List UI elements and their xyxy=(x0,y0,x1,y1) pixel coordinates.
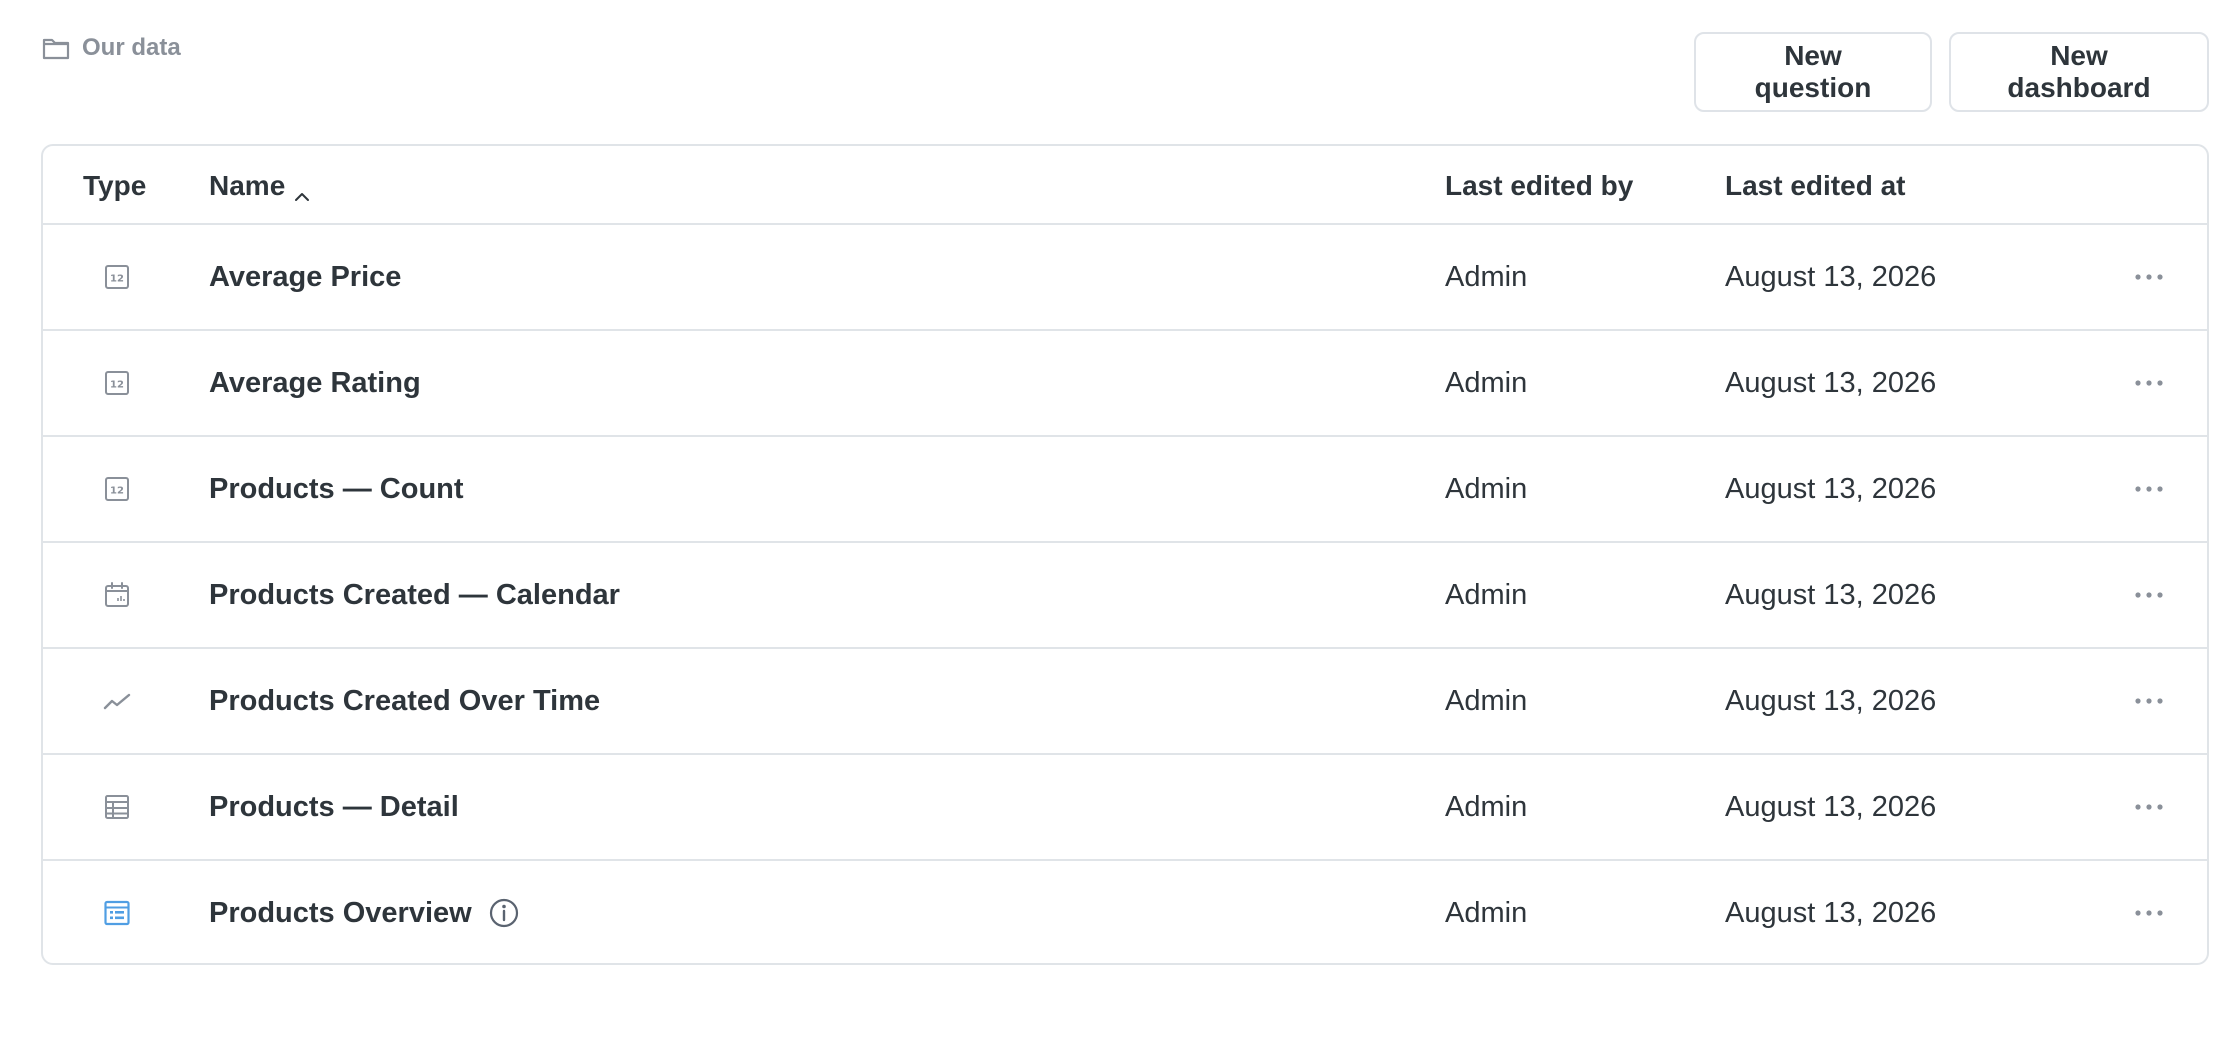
table-row[interactable]: 12 Products — Count Admin August 13, 202… xyxy=(43,437,2207,543)
item-name[interactable]: Products Overview xyxy=(209,897,472,930)
dashboard-icon xyxy=(95,861,139,963)
column-header-name[interactable]: Name xyxy=(209,146,311,225)
item-last-edited-at: August 13, 2026 xyxy=(1725,260,1937,293)
table-row[interactable]: Products Created Over Time Admin August … xyxy=(43,649,2207,755)
table-row[interactable]: Products Overview Admin August 13, 2026 xyxy=(43,861,2207,963)
more-options-icon[interactable] xyxy=(2127,437,2171,541)
new-dashboard-button[interactable]: New dashboard xyxy=(1949,32,2209,112)
column-header-last-edited-by[interactable]: Last edited by xyxy=(1445,146,1633,225)
column-header-type[interactable]: Type xyxy=(83,146,146,225)
item-last-edited-by: Admin xyxy=(1445,896,1528,929)
column-header-name-label: Name xyxy=(209,169,286,201)
item-name-cell[interactable]: Products Overview xyxy=(209,861,520,963)
table-row[interactable]: Products — Detail Admin August 13, 2026 xyxy=(43,755,2207,861)
collection-actions: New question New dashboard xyxy=(1694,32,2209,112)
items-table: Type Name Last edited by Last edited at … xyxy=(41,144,2209,965)
item-name[interactable]: Products Created — Calendar xyxy=(209,543,620,647)
more-options-icon[interactable] xyxy=(2127,543,2171,647)
table-row[interactable]: Products Created — Calendar Admin August… xyxy=(43,543,2207,649)
table-row[interactable]: 12 Average Price Admin August 13, 2026 xyxy=(43,225,2207,331)
item-last-edited-at: August 13, 2026 xyxy=(1725,896,1937,929)
more-options-icon[interactable] xyxy=(2127,331,2171,435)
number-icon: 12 xyxy=(95,225,139,329)
svg-text:12: 12 xyxy=(110,380,124,391)
number-icon: 12 xyxy=(95,331,139,435)
breadcrumb[interactable]: Our data xyxy=(42,34,181,62)
line-chart-icon xyxy=(95,649,139,753)
item-name[interactable]: Products — Detail xyxy=(209,755,459,859)
more-options-icon[interactable] xyxy=(2127,649,2171,753)
more-options-icon[interactable] xyxy=(2127,755,2171,859)
item-last-edited-by: Admin xyxy=(1445,684,1528,717)
item-last-edited-at: August 13, 2026 xyxy=(1725,578,1937,611)
table-icon xyxy=(95,755,139,859)
item-last-edited-at: August 13, 2026 xyxy=(1725,366,1937,399)
more-options-icon[interactable] xyxy=(2127,225,2171,329)
item-name[interactable]: Products Created Over Time xyxy=(209,649,600,753)
svg-text:12: 12 xyxy=(110,274,124,285)
more-options-icon[interactable] xyxy=(2127,861,2171,963)
item-last-edited-by: Admin xyxy=(1445,260,1528,293)
item-last-edited-by: Admin xyxy=(1445,790,1528,823)
collection-page: Our data New question New dashboard Type… xyxy=(0,0,2234,1064)
info-icon[interactable] xyxy=(488,897,520,929)
table-header: Type Name Last edited by Last edited at xyxy=(43,146,2207,225)
item-last-edited-by: Admin xyxy=(1445,472,1528,505)
item-last-edited-at: August 13, 2026 xyxy=(1725,790,1937,823)
table-row[interactable]: 12 Average Rating Admin August 13, 2026 xyxy=(43,331,2207,437)
item-name[interactable]: Average Rating xyxy=(209,331,421,435)
new-question-button[interactable]: New question xyxy=(1694,32,1932,112)
item-last-edited-at: August 13, 2026 xyxy=(1725,472,1937,505)
svg-text:12: 12 xyxy=(110,486,124,497)
calendar-icon xyxy=(95,543,139,647)
sort-ascending-icon xyxy=(293,179,311,201)
column-header-last-edited-at[interactable]: Last edited at xyxy=(1725,146,1905,225)
item-last-edited-at: August 13, 2026 xyxy=(1725,684,1937,717)
number-icon: 12 xyxy=(95,437,139,541)
item-name[interactable]: Average Price xyxy=(209,225,401,329)
breadcrumb-label: Our data xyxy=(82,34,181,61)
item-name[interactable]: Products — Count xyxy=(209,437,464,541)
item-last-edited-by: Admin xyxy=(1445,578,1528,611)
item-last-edited-by: Admin xyxy=(1445,366,1528,399)
folder-icon xyxy=(42,35,70,61)
